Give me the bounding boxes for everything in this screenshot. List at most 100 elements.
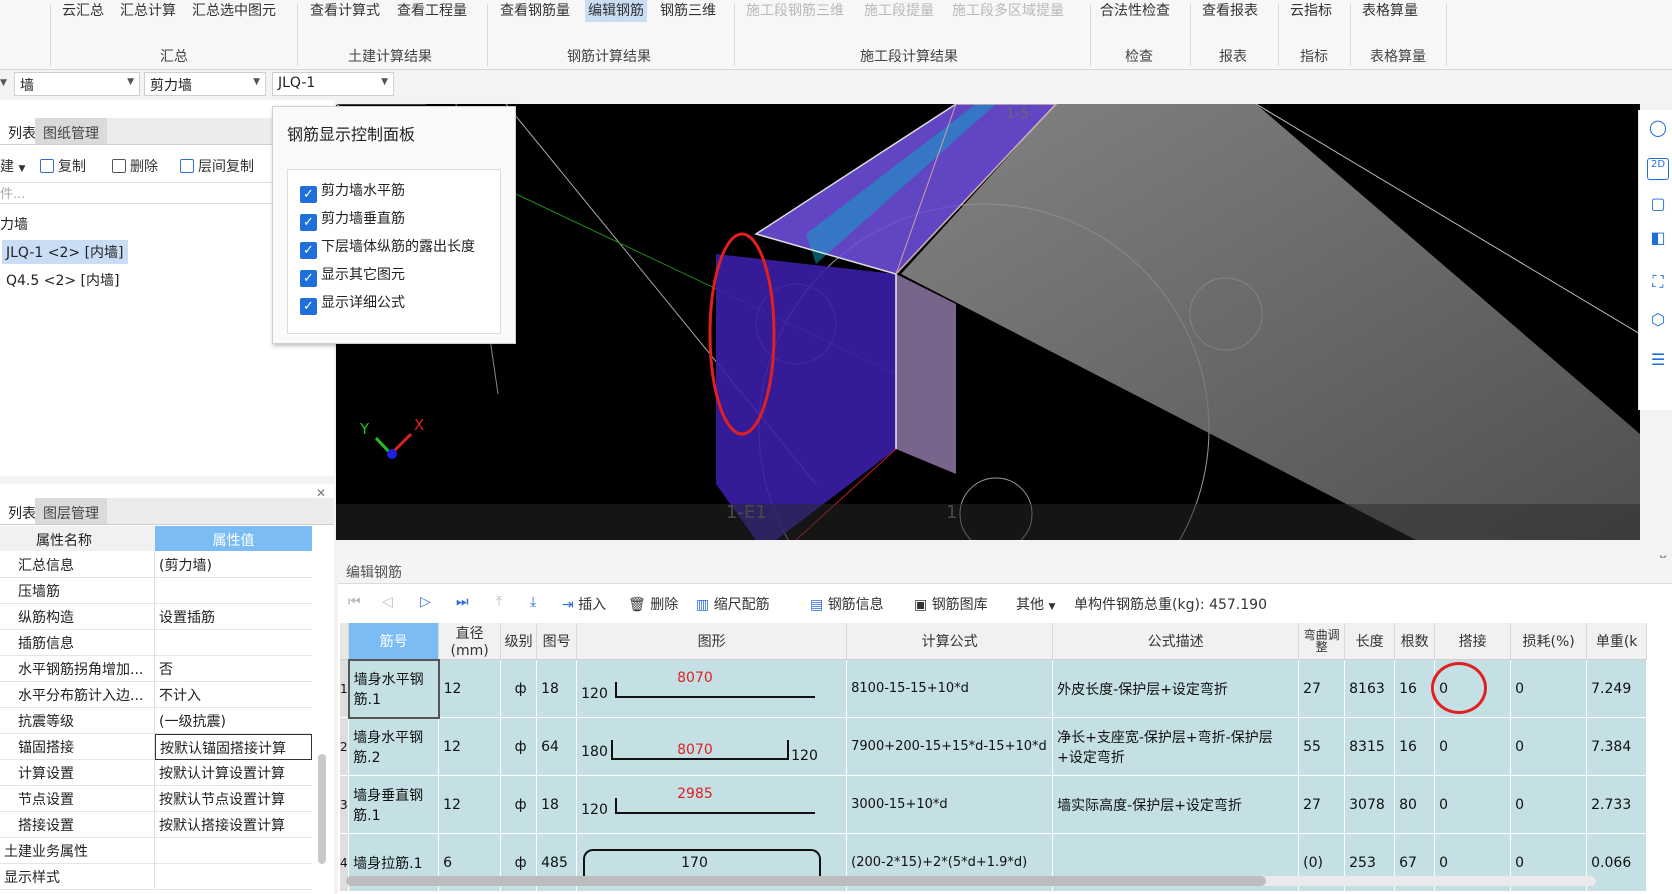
- col-unit-weight[interactable]: 单重(k: [1586, 623, 1648, 660]
- lap-cell[interactable]: 0: [1431, 659, 1512, 718]
- property-row[interactable]: 水平分布筋计入边... 不计入: [0, 682, 312, 708]
- property-value[interactable]: (剪力墙): [155, 552, 312, 578]
- col-lap[interactable]: 搭接: [1434, 623, 1512, 660]
- new-button[interactable]: 建 ▼: [0, 156, 25, 176]
- table-row[interactable]: 1 墙身水平钢筋.1 12 ф 18 120 8070 8100-15-15+1…: [340, 658, 1648, 719]
- grade-cell[interactable]: ф: [500, 717, 538, 776]
- unit-weight-cell[interactable]: 7.249: [1586, 659, 1648, 718]
- col-loss[interactable]: 损耗(%): [1510, 623, 1588, 660]
- section-multi-region-button[interactable]: 施工段多区域提量: [952, 0, 1064, 22]
- copy-button[interactable]: 复制: [40, 156, 86, 176]
- validity-check-button[interactable]: 合法性检查: [1100, 0, 1170, 22]
- formula-cell[interactable]: 8100-15-15+10*d: [846, 659, 1054, 718]
- 3d-box-icon[interactable]: ⬡: [1647, 310, 1669, 332]
- desc-cell[interactable]: 净长+支座宽-保护层+弯折-保护层+设定弯折: [1052, 717, 1300, 776]
- property-value[interactable]: 否: [155, 656, 312, 682]
- property-row[interactable]: 锚固搭接 按默认锚固搭接计算: [0, 734, 312, 760]
- length-cell[interactable]: 3078: [1344, 775, 1396, 834]
- last-record-icon[interactable]: ⏭: [456, 594, 469, 610]
- col-formula[interactable]: 计算公式: [846, 623, 1054, 660]
- property-row[interactable]: 插筋信息: [0, 630, 312, 656]
- first-record-icon[interactable]: ⏮: [348, 594, 361, 610]
- chevron-down-icon[interactable]: ▼: [0, 78, 7, 88]
- loss-cell[interactable]: 0: [1510, 775, 1588, 834]
- checkbox-checked-icon[interactable]: ✓: [300, 186, 317, 203]
- next-record-icon[interactable]: ▷: [420, 594, 431, 610]
- rebar-3d-button[interactable]: 钢筋三维: [660, 0, 716, 22]
- checkbox-checked-icon[interactable]: ✓: [300, 270, 317, 287]
- property-value[interactable]: (一级抗震): [155, 708, 312, 734]
- summary-selected-button[interactable]: 汇总选中图元: [192, 0, 276, 22]
- property-value[interactable]: 按默认节点设置计算: [155, 786, 312, 812]
- diameter-cell[interactable]: 12: [438, 659, 502, 718]
- property-row[interactable]: 搭接设置 按默认搭接设置计算: [0, 812, 312, 838]
- view-rebar-button[interactable]: 查看钢筋量: [500, 0, 570, 22]
- desc-cell[interactable]: 外皮长度-保护层+设定弯折: [1052, 659, 1300, 718]
- option-shear-wall-vertical[interactable]: ✓ 剪力墙垂直筋: [300, 208, 405, 231]
- count-cell[interactable]: 16: [1394, 659, 1436, 718]
- option-show-other[interactable]: ✓ 显示其它图元: [300, 264, 405, 287]
- formula-cell[interactable]: 3000-15+10*d: [846, 775, 1054, 834]
- bend-cell[interactable]: 27: [1298, 659, 1346, 718]
- move-up-icon[interactable]: ⤒: [496, 594, 502, 610]
- table-row[interactable]: 3 墙身垂直钢筋.1 12 ф 18 120 2985 3000-15+10*d…: [340, 775, 1648, 834]
- col-diameter[interactable]: 直径(mm): [438, 623, 502, 660]
- tree-root-shear-wall[interactable]: 力墙: [0, 214, 28, 234]
- section-rebar-3d-button[interactable]: 施工段钢筋三维: [746, 0, 844, 22]
- rebar-info-button[interactable]: ▤ 钢筋信息: [810, 594, 884, 614]
- property-value[interactable]: 按默认搭接设置计算: [155, 812, 312, 838]
- property-value[interactable]: [155, 838, 312, 864]
- property-row[interactable]: 抗震等级 (一级抗震): [0, 708, 312, 734]
- property-value[interactable]: [155, 578, 312, 604]
- property-row[interactable]: 汇总信息 (剪力墙): [0, 552, 312, 578]
- option-shear-wall-horizontal[interactable]: ✓ 剪力墙水平筋: [300, 180, 405, 203]
- view-quantity-button[interactable]: 查看工程量: [397, 0, 467, 22]
- shape-cell[interactable]: 120 8070: [576, 659, 848, 718]
- cloud-index-button[interactable]: 云指标: [1290, 0, 1332, 22]
- length-cell[interactable]: 8315: [1344, 717, 1396, 776]
- property-value[interactable]: 设置插筋: [155, 604, 312, 630]
- property-scrollbar[interactable]: [318, 754, 326, 864]
- property-value[interactable]: [155, 864, 312, 890]
- col-bar-number[interactable]: 筋号: [348, 623, 440, 660]
- property-row[interactable]: 节点设置 按默认节点设置计算: [0, 786, 312, 812]
- delete-button[interactable]: 删除: [112, 156, 158, 176]
- unit-weight-cell[interactable]: 2.733: [1586, 775, 1648, 834]
- diameter-cell[interactable]: 12: [438, 717, 502, 776]
- shape-cell[interactable]: 120 2985: [576, 775, 848, 834]
- grade-cell[interactable]: ф: [500, 659, 538, 718]
- count-cell[interactable]: 16: [1394, 717, 1436, 776]
- option-lower-wall-exposure[interactable]: ✓ 下层墙体纵筋的露出长度: [300, 236, 475, 259]
- delete-row-button[interactable]: 🗑 删除: [628, 594, 678, 614]
- tree-item-q45[interactable]: Q4.5 <2> [内墙]: [6, 270, 119, 290]
- bar-number-cell[interactable]: 墙身垂直钢筋.1: [348, 775, 440, 834]
- insert-button[interactable]: ⇥ 插入: [562, 594, 606, 614]
- col-figure-no[interactable]: 图号: [536, 623, 578, 660]
- count-cell[interactable]: 80: [1394, 775, 1436, 834]
- col-grade[interactable]: 级别: [500, 623, 538, 660]
- edit-rebar-button[interactable]: 编辑钢筋: [585, 0, 647, 22]
- formula-cell[interactable]: 7900+200-15+15*d-15+10*d: [846, 717, 1054, 776]
- lap-cell[interactable]: 0: [1434, 775, 1512, 834]
- col-formula-desc[interactable]: 公式描述: [1052, 623, 1300, 660]
- name-select[interactable]: JLQ-1 ▼: [272, 72, 394, 96]
- property-value[interactable]: 按默认计算设置计算: [155, 760, 312, 786]
- property-value[interactable]: 不计入: [155, 682, 312, 708]
- col-count[interactable]: 根数: [1394, 623, 1436, 660]
- prev-record-icon[interactable]: ◁: [382, 594, 393, 610]
- grade-cell[interactable]: ф: [500, 775, 538, 834]
- loss-cell[interactable]: 0: [1510, 659, 1588, 718]
- unit-weight-cell[interactable]: 7.384: [1586, 717, 1648, 776]
- property-row[interactable]: 水平钢筋拐角增加... 否: [0, 656, 312, 682]
- summary-calc-button[interactable]: 汇总计算: [120, 0, 176, 22]
- rebar-3d-scene[interactable]: 1-E1 1 1-5 Y X: [336, 104, 1640, 540]
- bar-number-cell[interactable]: 墙身水平钢筋.1: [347, 658, 440, 719]
- desc-cell[interactable]: 墙实际高度-保护层+设定弯折: [1052, 775, 1300, 834]
- 2d-view-icon[interactable]: 2D: [1647, 158, 1669, 180]
- lap-cell[interactable]: 0: [1434, 717, 1512, 776]
- bend-cell[interactable]: 55: [1298, 717, 1346, 776]
- shape-cell[interactable]: 180 8070 120: [576, 717, 848, 776]
- checkbox-checked-icon[interactable]: ✓: [300, 214, 317, 231]
- type-select[interactable]: 墙 ▼: [14, 72, 140, 96]
- subtype-select[interactable]: 剪力墙 ▼: [144, 72, 266, 96]
